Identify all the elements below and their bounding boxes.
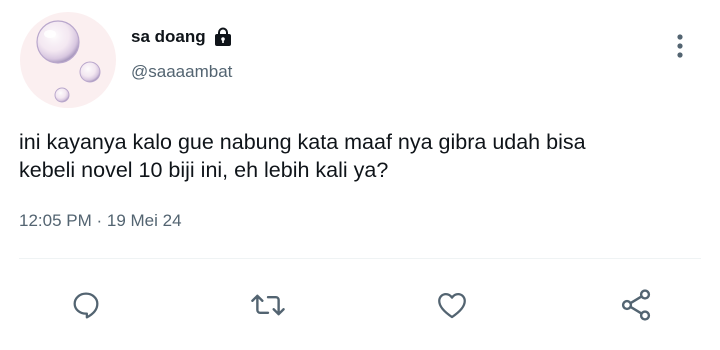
bubbles-avatar-image — [36, 20, 101, 103]
user-handle[interactable]: @saaaambat — [131, 62, 232, 82]
share-button[interactable] — [616, 285, 656, 325]
retweet-button[interactable] — [248, 285, 288, 325]
tweet-text-line: kebeli novel 10 biji ini, eh lebih kali … — [19, 158, 389, 182]
heart-icon — [438, 292, 466, 319]
share-icon — [621, 289, 651, 321]
tweet-time[interactable]: 12:05 PM — [19, 211, 92, 230]
more-vertical-icon — [677, 34, 683, 58]
tweet-card: sa doang @saaaambat ini kayanya kalo gue… — [0, 0, 720, 350]
like-button[interactable] — [432, 285, 472, 325]
tweet-text-line: ini kayanya kalo gue nabung kata maaf ny… — [19, 130, 586, 154]
avatar[interactable] — [20, 12, 116, 108]
lock-icon — [212, 26, 234, 48]
timestamp: 12:05 PM · 19 Mei 24 — [19, 211, 182, 231]
display-name[interactable]: sa doang — [131, 26, 234, 48]
reply-button[interactable] — [66, 285, 106, 325]
tweet-date: 19 Mei 24 — [106, 211, 182, 230]
timestamp-separator: · — [91, 211, 107, 230]
reply-icon — [73, 292, 99, 319]
tweet-text: ini kayanya kalo gue nabung kata maaf ny… — [19, 128, 699, 184]
divider — [19, 258, 701, 259]
retweet-icon — [251, 294, 285, 316]
more-options-button[interactable] — [664, 30, 696, 62]
display-name-text: sa doang — [131, 27, 206, 46]
